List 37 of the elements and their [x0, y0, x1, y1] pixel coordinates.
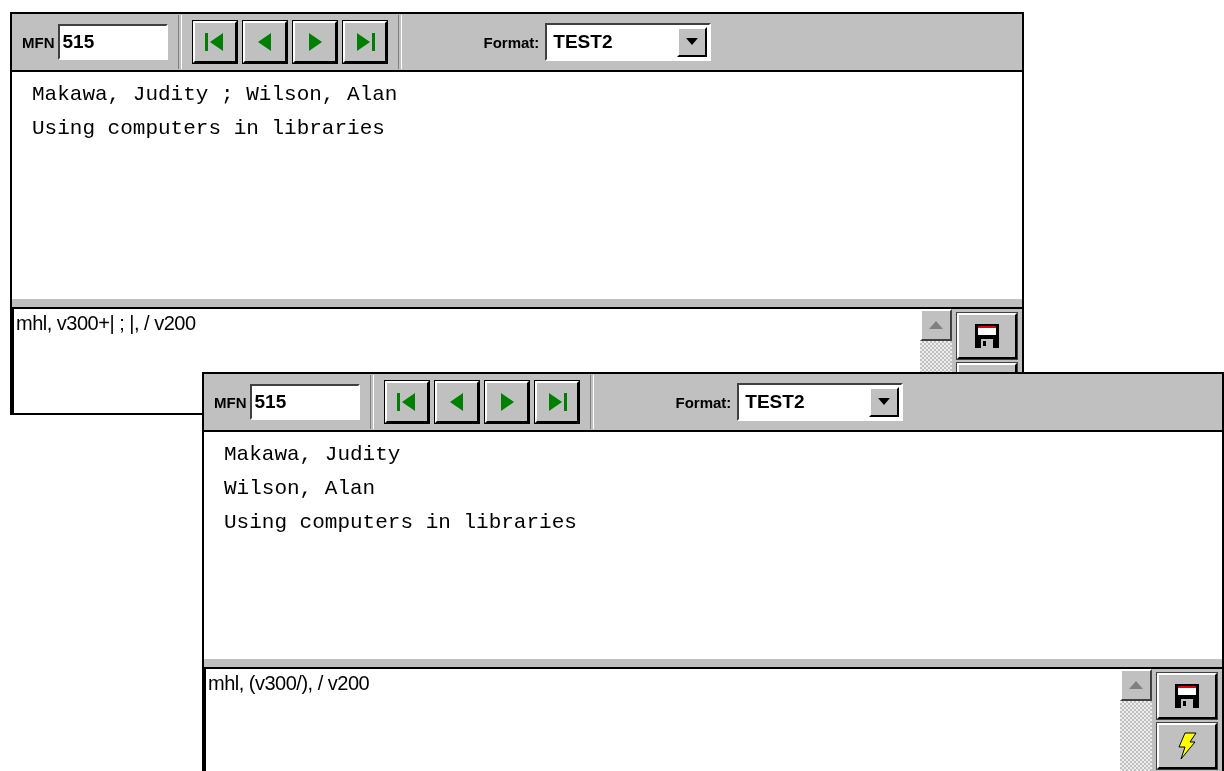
- next-record-button[interactable]: [292, 21, 337, 63]
- last-record-button[interactable]: [342, 21, 387, 63]
- format-dropdown[interactable]: TEST2: [545, 23, 712, 61]
- up-arrow-icon: [1129, 681, 1143, 689]
- save-button[interactable]: [1157, 673, 1217, 719]
- dropdown-button[interactable]: [677, 27, 708, 57]
- mfn-field[interactable]: 515: [249, 384, 360, 420]
- previous-record-button[interactable]: [242, 21, 287, 63]
- output-line: Using computers in libraries: [224, 510, 578, 536]
- splitter-bar[interactable]: [12, 298, 1022, 309]
- previous-record-button[interactable]: [434, 381, 479, 423]
- execute-button[interactable]: [1157, 723, 1217, 769]
- lightning-icon: [1176, 732, 1198, 760]
- scroll-up-button[interactable]: [1120, 669, 1152, 701]
- next-record-button[interactable]: [484, 381, 529, 423]
- first-record-button[interactable]: [384, 381, 429, 423]
- dropdown-button[interactable]: [869, 387, 900, 417]
- mfn-field[interactable]: 515: [57, 24, 168, 60]
- up-arrow-icon: [929, 321, 943, 329]
- format-expression-field[interactable]: mhl, (v300/), / v200: [204, 669, 1120, 771]
- mfn-label: MFN: [214, 393, 247, 411]
- save-button[interactable]: [957, 313, 1017, 359]
- mfn-label: MFN: [22, 33, 55, 51]
- scrollbar[interactable]: [1120, 669, 1152, 771]
- down-arrow-icon: [686, 38, 699, 46]
- splitter-bar[interactable]: [204, 658, 1222, 669]
- down-arrow-icon: [878, 398, 891, 406]
- scroll-up-button[interactable]: [920, 309, 952, 341]
- format-label: Format:: [675, 393, 732, 411]
- output-line: Makawa, Judity ; Wilson, Alan: [32, 82, 399, 108]
- output-line: Wilson, Alan: [224, 476, 377, 502]
- last-record-button[interactable]: [534, 381, 579, 423]
- output-line: Using computers in libraries: [32, 116, 386, 142]
- output-line: Makawa, Judity: [224, 442, 402, 468]
- format-label: Format:: [483, 33, 540, 51]
- format-dropdown[interactable]: TEST2: [737, 383, 904, 421]
- first-record-button[interactable]: [192, 21, 237, 63]
